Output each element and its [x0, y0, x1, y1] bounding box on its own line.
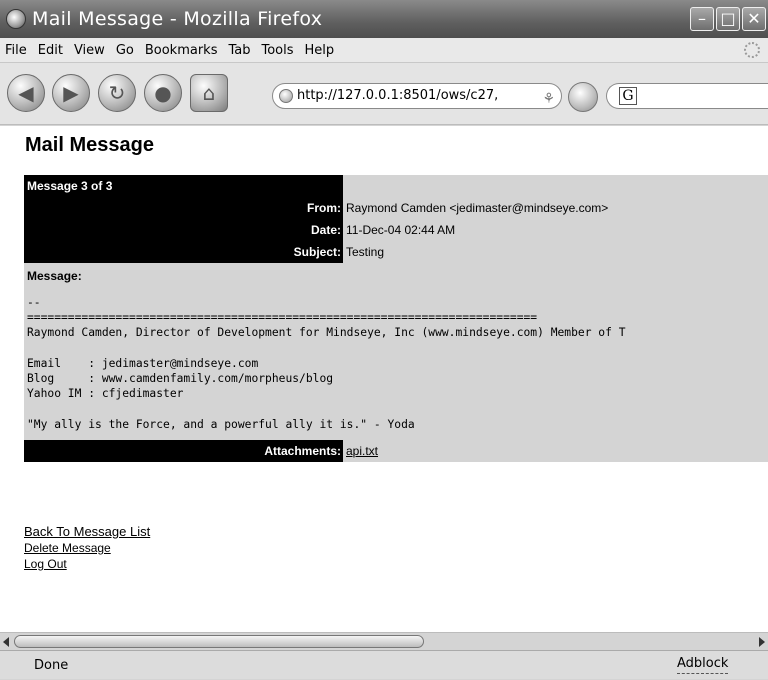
log-out-link[interactable]: Log Out — [24, 556, 150, 572]
site-icon — [279, 89, 293, 103]
scroll-thumb[interactable] — [14, 635, 424, 648]
menubar: File Edit View Go Bookmarks Tab Tools Help — [0, 38, 768, 63]
navigation-toolbar: ◀ ▶ ↻ ● ⌂ http://127.0.0.1:8501/ows/c27,… — [0, 63, 768, 125]
home-icon[interactable]: ⌂ — [190, 74, 228, 112]
status-bar: Done Adblock — [0, 650, 768, 679]
url-text: http://127.0.0.1:8501/ows/c27, — [297, 88, 499, 103]
menu-help[interactable]: Help — [305, 43, 335, 58]
message-body: -- =====================================… — [24, 289, 768, 440]
menu-edit[interactable]: Edit — [38, 43, 63, 58]
firefox-icon — [6, 9, 26, 29]
message-table: Message 3 of 3 From: Raymond Camden <jed… — [24, 175, 768, 462]
horizontal-scrollbar[interactable] — [0, 632, 768, 650]
back-to-list-link[interactable]: Back To Message List — [24, 524, 150, 540]
from-value: Raymond Camden <jedimaster@mindseye.com> — [343, 197, 768, 219]
adblock-button[interactable]: Adblock — [677, 655, 729, 674]
attachments-row: Attachments: api.txt — [24, 439, 768, 462]
from-label: From: — [24, 197, 343, 219]
maximize-button[interactable]: □ — [716, 7, 740, 31]
header-spacer — [343, 175, 768, 197]
page-title: Mail Message — [25, 134, 154, 156]
forward-arrow-icon[interactable]: ▶ — [52, 74, 90, 112]
page-content: Mail Message Message 3 of 3 From: Raymon… — [0, 126, 768, 632]
google-icon: G — [619, 87, 637, 105]
action-links: Back To Message List Delete Message Log … — [24, 524, 150, 572]
attachment-cell: api.txt — [343, 439, 768, 462]
menu-bookmarks[interactable]: Bookmarks — [145, 43, 218, 58]
go-icon[interactable] — [568, 82, 598, 112]
search-input[interactable]: G — [606, 83, 768, 109]
date-value: 11-Dec-04 02:44 AM — [343, 219, 768, 241]
close-button[interactable]: ✕ — [742, 7, 766, 31]
status-text: Done — [34, 658, 69, 673]
scroll-left-icon[interactable] — [3, 637, 9, 647]
attachments-label: Attachments: — [24, 439, 343, 462]
message-header-row: Message 3 of 3 — [24, 175, 768, 197]
window-titlebar: Mail Message - Mozilla Firefox – □ ✕ — [0, 0, 768, 38]
back-arrow-icon[interactable]: ◀ — [7, 74, 45, 112]
minimize-button[interactable]: – — [690, 7, 714, 31]
attachment-link[interactable]: api.txt — [346, 444, 378, 458]
subject-value: Testing — [343, 241, 768, 263]
stop-icon[interactable]: ● — [144, 74, 182, 112]
subject-label: Subject: — [24, 241, 343, 263]
url-bar[interactable]: http://127.0.0.1:8501/ows/c27, ⚘ — [272, 83, 562, 109]
throbber-icon — [744, 42, 760, 58]
date-label: Date: — [24, 219, 343, 241]
menu-tools[interactable]: Tools — [262, 43, 294, 58]
menu-tab[interactable]: Tab — [228, 43, 250, 58]
delete-message-link[interactable]: Delete Message — [24, 540, 150, 556]
menu-go[interactable]: Go — [116, 43, 134, 58]
subject-row: Subject: Testing — [24, 241, 768, 263]
menu-view[interactable]: View — [74, 43, 105, 58]
scroll-right-icon[interactable] — [759, 637, 765, 647]
feed-icon[interactable]: ⚘ — [542, 87, 555, 108]
window-title: Mail Message - Mozilla Firefox — [32, 8, 323, 30]
message-counter: Message 3 of 3 — [24, 175, 343, 197]
menu-file[interactable]: File — [5, 43, 27, 58]
message-label: Message: — [24, 263, 768, 289]
reload-icon[interactable]: ↻ — [98, 74, 136, 112]
date-row: Date: 11-Dec-04 02:44 AM — [24, 219, 768, 241]
from-row: From: Raymond Camden <jedimaster@mindsey… — [24, 197, 768, 219]
